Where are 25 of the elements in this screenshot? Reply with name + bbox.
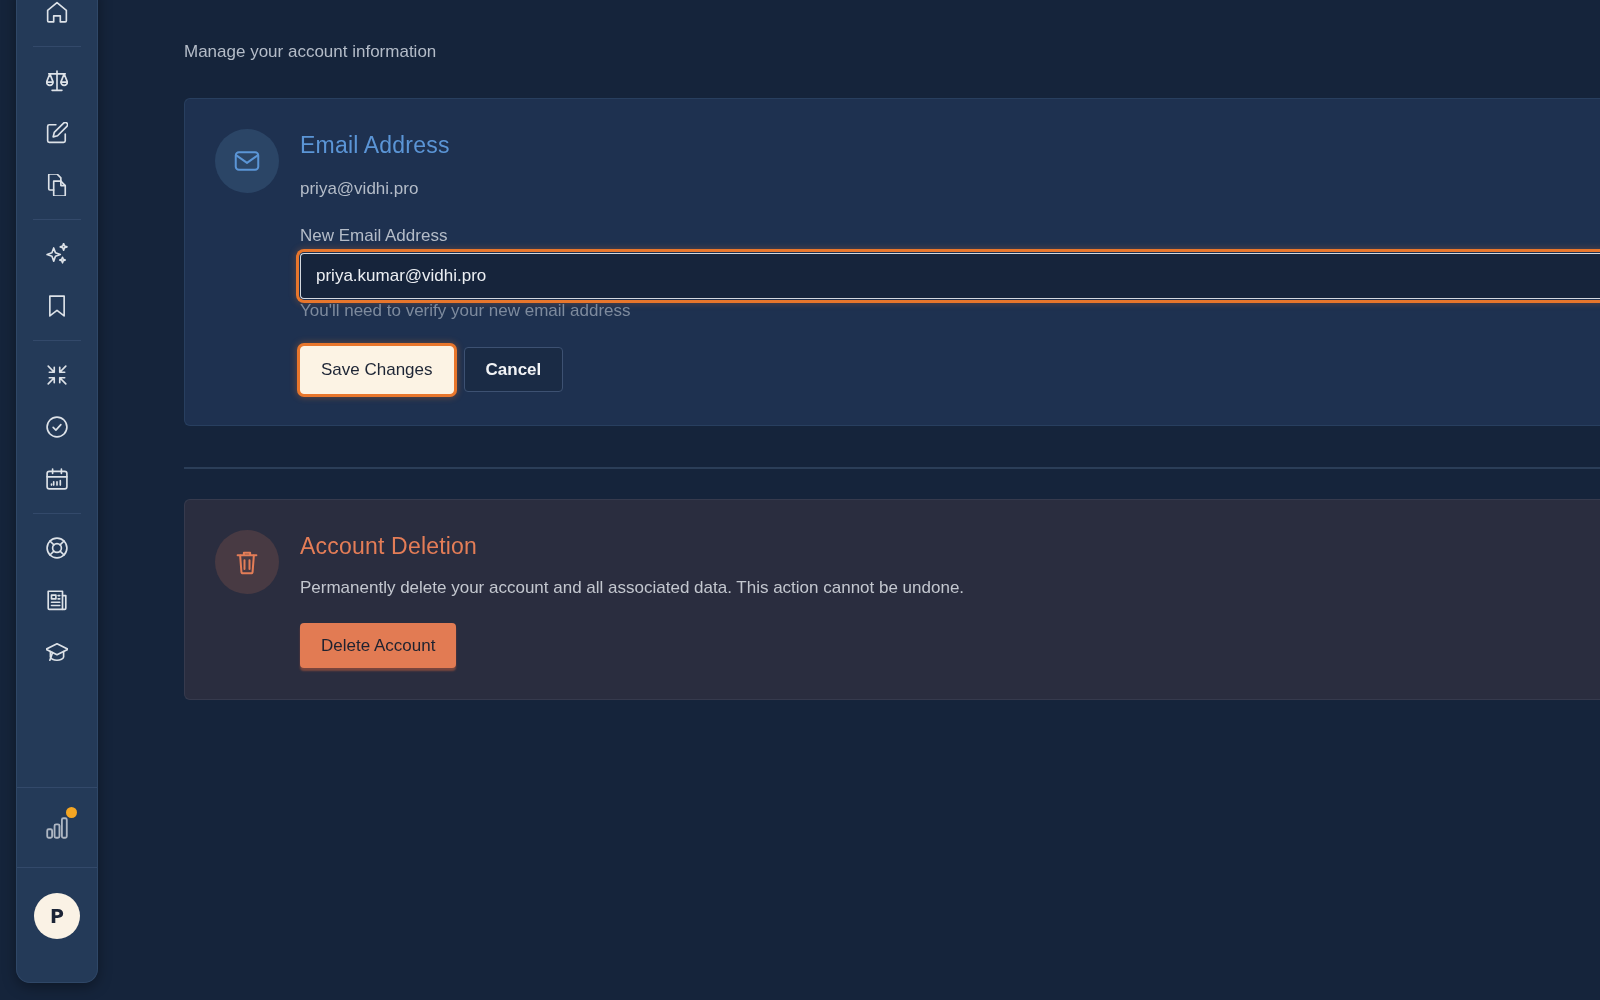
lifebuoy-icon[interactable] xyxy=(46,537,68,559)
current-email: priya@vidhi.pro xyxy=(300,178,419,200)
bar-chart-icon[interactable] xyxy=(46,816,68,839)
page-subtitle: Manage your account information xyxy=(184,41,438,63)
sparkles-icon[interactable] xyxy=(46,243,68,265)
section-title: Email Address xyxy=(300,131,450,160)
bookmark-icon[interactable] xyxy=(46,295,68,317)
graduation-cap-icon[interactable] xyxy=(46,641,68,663)
scales-icon[interactable] xyxy=(46,70,68,92)
check-circle-icon[interactable] xyxy=(46,416,68,438)
section-title: Account Deletion xyxy=(300,532,478,561)
home-icon[interactable] xyxy=(46,1,68,23)
delete-account-button[interactable]: Delete Account xyxy=(300,623,457,668)
cancel-button[interactable]: Cancel xyxy=(463,347,564,392)
email-input[interactable]: priya.kumar@vidhi.pro xyxy=(300,253,1600,299)
copy-icon[interactable] xyxy=(46,174,68,196)
calendar-icon[interactable] xyxy=(46,468,68,490)
newspaper-icon[interactable] xyxy=(46,589,68,611)
avatar[interactable]: P xyxy=(34,893,80,939)
section-description: Permanently delete your account and all associated data. This action cannot be undone. xyxy=(300,577,965,599)
pencil-square-icon[interactable] xyxy=(46,122,68,144)
field-hint: You'll need to verify your new email address xyxy=(300,301,631,321)
save-button[interactable]: Save Changes xyxy=(300,346,454,394)
shrink-arrows-icon[interactable] xyxy=(46,364,68,386)
field-label: New Email Address xyxy=(300,225,448,247)
